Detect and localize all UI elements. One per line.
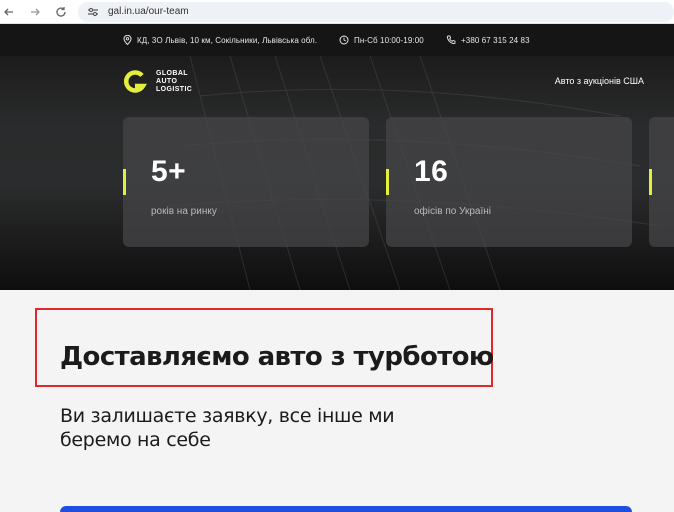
contact-hours: Пн-Сб 10:00-19:00 <box>339 24 424 56</box>
stat-card-offices: 16 офісів по Україні <box>386 117 632 247</box>
address-text: КД, 3О Львів, 10 км, Сокільники, Львівсь… <box>137 35 318 45</box>
stat-value: 16 <box>414 155 449 188</box>
stat-label: офісів по Україні <box>414 206 492 217</box>
site-settings-icon[interactable] <box>86 5 100 19</box>
logo-line-3: LOGISTIC <box>156 86 193 93</box>
contact-phone[interactable]: +380 67 315 24 83 <box>446 24 530 56</box>
logo-wordmark: GLOBAL AUTO LOGISTIC <box>156 70 192 94</box>
stat-accent-bar <box>649 169 652 195</box>
stat-card-partial <box>649 117 674 247</box>
location-pin-icon <box>123 35 132 45</box>
main-content: Доставляємо авто з турботою Ви залишаєте… <box>0 290 674 512</box>
logo-line-2: AUTO <box>156 78 178 85</box>
site-header: GLOBAL AUTO LOGISTIC Авто з аукціонів СШ… <box>0 56 674 108</box>
contact-bar: КД, 3О Львів, 10 км, Сокільники, Львівсь… <box>0 24 674 56</box>
contact-address[interactable]: КД, 3О Львів, 10 км, Сокільники, Львівсь… <box>123 24 317 56</box>
hours-text: Пн-Сб 10:00-19:00 <box>354 35 424 45</box>
stat-card-years: 5+ років на ринку <box>123 117 369 247</box>
page-headline: Доставляємо авто з турботою <box>60 342 494 372</box>
forward-arrow-icon[interactable] <box>26 3 44 21</box>
site-logo[interactable]: GLOBAL AUTO LOGISTIC <box>122 70 192 94</box>
back-arrow-icon[interactable] <box>0 3 18 21</box>
page-subheadline: Ви залишаєте заявку, все інше ми беремо … <box>60 405 395 451</box>
clock-icon <box>339 35 349 45</box>
logo-mark-icon <box>124 70 147 93</box>
logo-line-1: GLOBAL <box>156 70 188 77</box>
stat-label: років на ринку <box>151 206 217 217</box>
cta-button[interactable] <box>60 506 632 512</box>
phone-text: +380 67 315 24 83 <box>461 35 530 45</box>
url-text[interactable]: gal.in.ua/our-team <box>108 6 189 17</box>
stat-value: 5+ <box>151 155 187 188</box>
address-bar[interactable]: gal.in.ua/our-team <box>78 1 674 22</box>
reload-icon[interactable] <box>52 3 70 21</box>
stat-accent-bar <box>123 169 126 195</box>
browser-toolbar: gal.in.ua/our-team <box>0 0 674 24</box>
stat-accent-bar <box>386 169 389 195</box>
nav-link-us-auctions[interactable]: Авто з аукціонів США <box>555 76 644 86</box>
hero-section: GLOBAL AUTO LOGISTIC Авто з аукціонів СШ… <box>0 56 674 290</box>
phone-icon <box>446 35 456 45</box>
